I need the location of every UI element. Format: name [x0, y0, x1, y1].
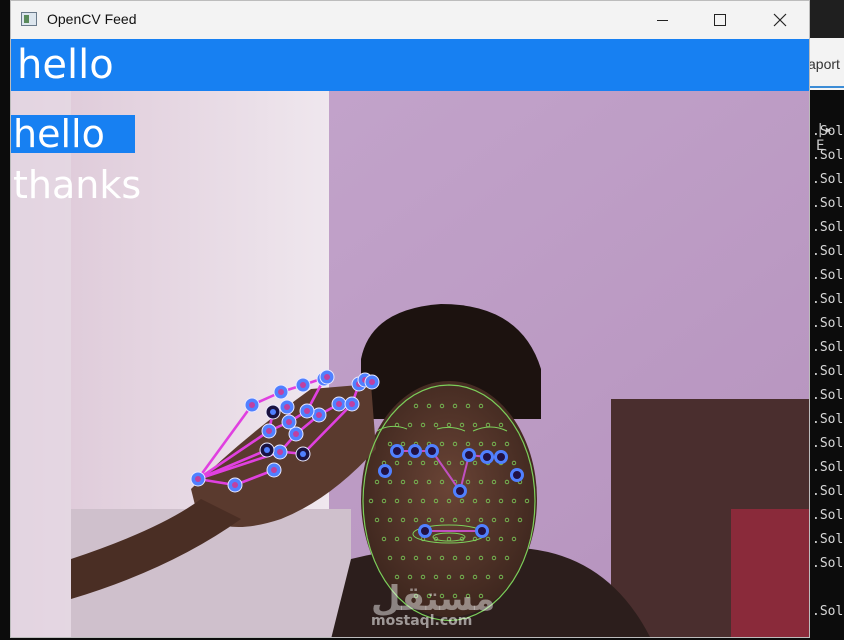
hand-landmark-center	[284, 404, 290, 410]
terminal-line: .Sol	[812, 508, 844, 523]
terminal-line: .Sol	[812, 124, 844, 139]
face-keypoint-center	[381, 467, 389, 475]
close-icon	[773, 13, 787, 27]
face-keypoint-center	[478, 527, 486, 535]
hand-landmark-center	[286, 419, 292, 425]
terminal-line: .Sol	[812, 268, 844, 283]
hand-landmark-center	[264, 447, 270, 453]
minimize-icon	[656, 19, 668, 21]
hand-landmark-center	[270, 409, 276, 415]
hand-landmark-center	[195, 476, 201, 482]
watermark-url: mostaql.com	[371, 613, 473, 629]
minimize-button[interactable]	[633, 1, 691, 39]
hand-landmark-center	[293, 431, 299, 437]
title-bar[interactable]: OpenCV Feed	[11, 1, 809, 39]
terminal-line: .Sol	[812, 196, 844, 211]
background-tab[interactable]: aport	[808, 38, 844, 90]
hand-landmark-center	[316, 412, 322, 418]
camera-feed: hello hello thanks مستقل mostaql.com	[11, 39, 809, 637]
hand-landmark-center	[249, 402, 255, 408]
prediction-item-1: hello	[11, 115, 135, 153]
terminal-line: .Sol	[812, 172, 844, 187]
terminal-line: .Sol	[812, 556, 844, 571]
background-tab-underline	[808, 86, 844, 88]
terminal-line: .Sol	[812, 436, 844, 451]
face-keypoint-center	[456, 487, 464, 495]
hand-landmark-center	[349, 401, 355, 407]
terminal-line: .Sol	[812, 388, 844, 403]
terminal-line: .Sol	[812, 292, 844, 307]
maximize-button[interactable]	[691, 1, 749, 39]
hand-landmark-center	[266, 428, 272, 434]
terminal-line: .Sol	[812, 364, 844, 379]
terminal-line: .Sol	[812, 244, 844, 259]
maximize-icon	[714, 14, 726, 26]
background-terminal-lines: .Sol .Sol .Sol .Sol .Sol .Sol .Sol .Sol .Sol .Sol…	[812, 120, 844, 624]
terminal-line: .Sol	[812, 484, 844, 499]
hand-landmark-center	[277, 449, 283, 455]
terminal-line: .Sol	[812, 532, 844, 547]
terminal-line: .Sol	[812, 316, 844, 331]
hand-landmark-center	[232, 482, 238, 488]
prediction-header-text: hello	[17, 42, 114, 88]
opencv-window: OpenCV Feed hello hello thanks مستقل mos…	[10, 0, 810, 638]
terminal-line: .Sol	[812, 460, 844, 475]
hand-landmark-center	[271, 467, 277, 473]
terminal-line: .Sol	[812, 340, 844, 355]
hand-landmark-center	[278, 389, 284, 395]
face-keypoint-center	[393, 447, 401, 455]
face-keypoint-center	[513, 471, 521, 479]
hand-landmark-center	[369, 379, 375, 385]
terminal-line: .Sol	[812, 220, 844, 235]
close-button[interactable]	[751, 1, 809, 39]
hand-landmark-center	[304, 408, 310, 414]
hand-landmark-center	[300, 451, 306, 457]
terminal-line: .Sol	[812, 148, 844, 163]
face-keypoint-center	[497, 453, 505, 461]
terminal-line: .Sol	[812, 604, 844, 619]
hand-landmark-center	[300, 382, 306, 388]
app-icon	[21, 12, 37, 26]
face-keypoint-center	[483, 453, 491, 461]
face-keypoint-center	[411, 447, 419, 455]
hand-landmark-center	[324, 374, 330, 380]
hand-landmark-center	[336, 401, 342, 407]
prediction-item-2: thanks	[13, 163, 142, 207]
face-keypoint-center	[465, 451, 473, 459]
background-app-titlebar	[808, 0, 844, 38]
prediction-header-bar: hello	[11, 39, 809, 91]
face-keypoint-center	[421, 527, 429, 535]
background-tab-label: aport	[808, 56, 840, 72]
window-title: OpenCV Feed	[47, 11, 137, 27]
terminal-line: .Sol	[812, 412, 844, 427]
face-keypoint-center	[428, 447, 436, 455]
